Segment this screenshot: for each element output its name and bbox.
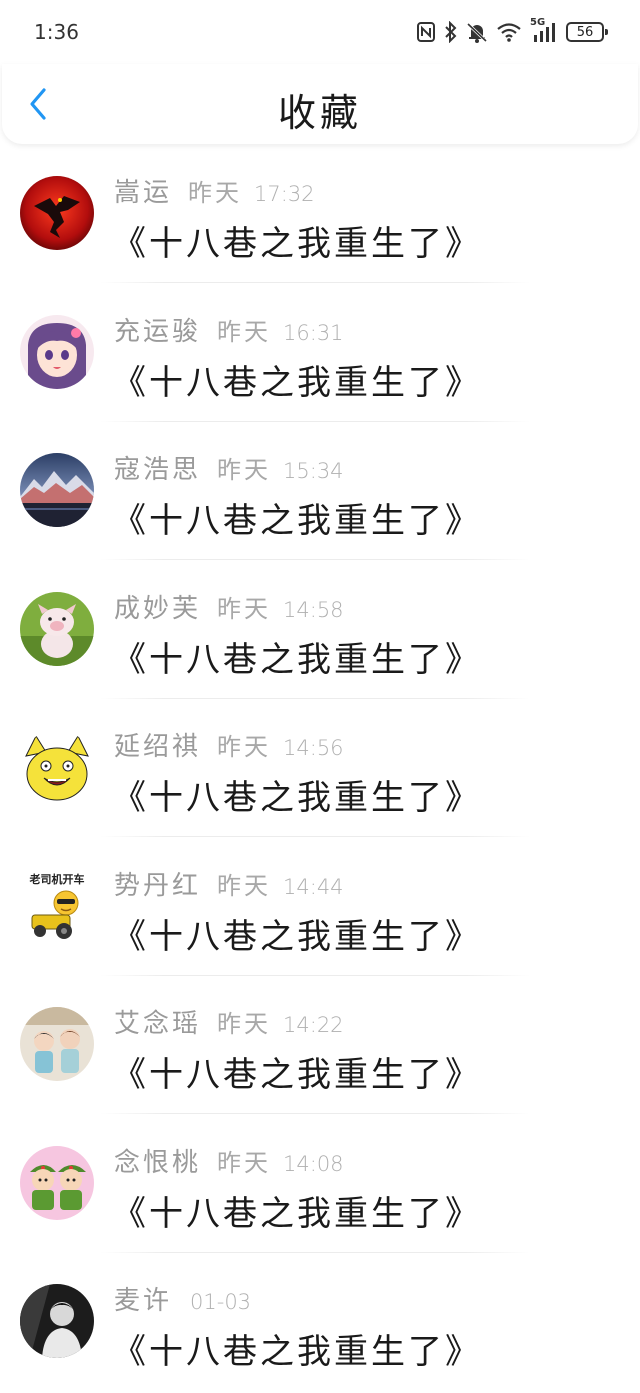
item-name: 麦许 [114, 1286, 173, 1316]
wifi-icon [496, 21, 522, 43]
list-item[interactable]: 延绍祺 昨天 14:56 《十八巷之我重生了》 [0, 700, 640, 839]
list-item[interactable]: 念恨桃 昨天 14:08 《十八巷之我重生了》 [0, 1116, 640, 1255]
page-title: 收藏 [277, 91, 362, 135]
item-meta: 嵩运 昨天 17:32 [114, 172, 315, 209]
item-day: 昨天 [217, 1148, 272, 1177]
item-time: 14:22 [283, 1013, 344, 1037]
mountain-avatar [20, 453, 94, 527]
item-day: 昨天 [217, 1010, 272, 1038]
item-time: 16:31 [283, 320, 344, 345]
list-item[interactable]: 艾念瑶 昨天 14:22 《十八巷之我重生了》 [0, 977, 640, 1116]
cartoon-kids-avatar [20, 1007, 94, 1081]
item-content: 《十八巷之我重生了》 [112, 1332, 482, 1372]
item-meta: 麦许 01-03 [114, 1280, 251, 1317]
soldier-kids-avatar [20, 1145, 94, 1220]
item-meta: 寇浩思 昨天 15:34 [114, 449, 344, 486]
item-name: 念恨桃 [114, 1147, 202, 1178]
item-time: 15:34 [283, 459, 344, 483]
item-content: 《十八巷之我重生了》 [112, 362, 482, 403]
list-item[interactable]: 成妙芙 昨天 14:58 《十八巷之我重生了》 [0, 562, 640, 701]
item-name: 延绍祺 [114, 732, 202, 762]
portrait-avatar [20, 1284, 94, 1358]
list-item[interactable]: 麦许 01-03 《十八巷之我重生了》 [0, 1254, 640, 1393]
item-content: 《十八巷之我重生了》 [112, 639, 482, 680]
item-content: 《十八巷之我重生了》 [112, 224, 482, 264]
item-day: 昨天 [188, 179, 243, 207]
item-day: 昨天 [217, 317, 272, 346]
item-meta: 成妙芙 昨天 14:58 [114, 588, 344, 625]
divider [100, 974, 530, 976]
item-name: 寇浩思 [114, 455, 202, 485]
item-meta: 势丹红 昨天 14:44 [114, 865, 344, 902]
status-icons: 5G 56 [416, 17, 608, 46]
item-time: 14:44 [283, 874, 344, 899]
rage-face-avatar [20, 730, 94, 804]
driver-emoji-avatar: 老司机开车 [20, 868, 94, 943]
item-meta: 艾念瑶 昨天 14:22 [114, 1003, 344, 1040]
item-content: 《十八巷之我重生了》 [112, 916, 482, 957]
signal-icon: 5G [530, 17, 558, 43]
item-name: 势丹红 [114, 870, 202, 901]
item-time: 01-03 [190, 1290, 252, 1314]
divider [100, 1251, 530, 1253]
item-meta: 念恨桃 昨天 14:08 [114, 1142, 344, 1179]
network-type: 5G [530, 17, 546, 28]
item-name: 嵩运 [114, 178, 173, 208]
dragon-avatar [20, 176, 94, 250]
header: 收藏 [2, 64, 638, 144]
favorites-list: 嵩运 昨天 17:32 《十八巷之我重生了》 充运骏 昨天 16:31 《十八巷… [0, 146, 640, 1393]
nfc-icon [416, 21, 436, 43]
item-name: 充运骏 [114, 316, 202, 347]
item-meta: 充运骏 昨天 16:31 [114, 311, 344, 348]
list-item[interactable]: 寇浩思 昨天 15:34 《十八巷之我重生了》 [0, 423, 640, 562]
status-bar: 1:36 5G 56 [0, 0, 640, 64]
item-day: 昨天 [217, 594, 272, 623]
battery-icon: 56 [566, 22, 608, 42]
item-day: 昨天 [217, 456, 272, 484]
divider [100, 697, 530, 699]
item-content: 《十八巷之我重生了》 [112, 1193, 482, 1234]
anime-girl-avatar [20, 314, 94, 389]
item-time: 17:32 [254, 182, 315, 206]
item-day: 昨天 [217, 733, 272, 761]
item-name: 艾念瑶 [114, 1009, 202, 1039]
item-name: 成妙芙 [114, 593, 202, 624]
list-item[interactable]: 嵩运 昨天 17:32 《十八巷之我重生了》 [0, 146, 640, 285]
item-time: 14:58 [283, 597, 344, 622]
driver-avatar-text: 老司机开车 [29, 872, 85, 886]
item-content: 《十八巷之我重生了》 [112, 501, 482, 541]
divider [100, 836, 530, 837]
item-meta: 延绍祺 昨天 14:56 [114, 726, 344, 763]
divider [100, 559, 530, 560]
item-content: 《十八巷之我重生了》 [112, 778, 482, 818]
item-day: 昨天 [217, 871, 272, 900]
item-time: 14:56 [283, 736, 344, 760]
bluetooth-icon [444, 21, 458, 43]
list-item[interactable]: 老司机开车 势丹红 昨天 14:44 《十八巷之我重生了》 [0, 839, 640, 978]
list-item[interactable]: 充运骏 昨天 16:31 《十八巷之我重生了》 [0, 285, 640, 424]
item-time: 14:08 [283, 1151, 344, 1176]
item-content: 《十八巷之我重生了》 [112, 1055, 482, 1095]
divider [100, 282, 530, 283]
status-time: 1:36 [34, 20, 79, 44]
divider [100, 420, 530, 422]
pig-plush-avatar [20, 591, 94, 666]
mute-bell-icon [466, 21, 488, 43]
divider [100, 1113, 530, 1114]
